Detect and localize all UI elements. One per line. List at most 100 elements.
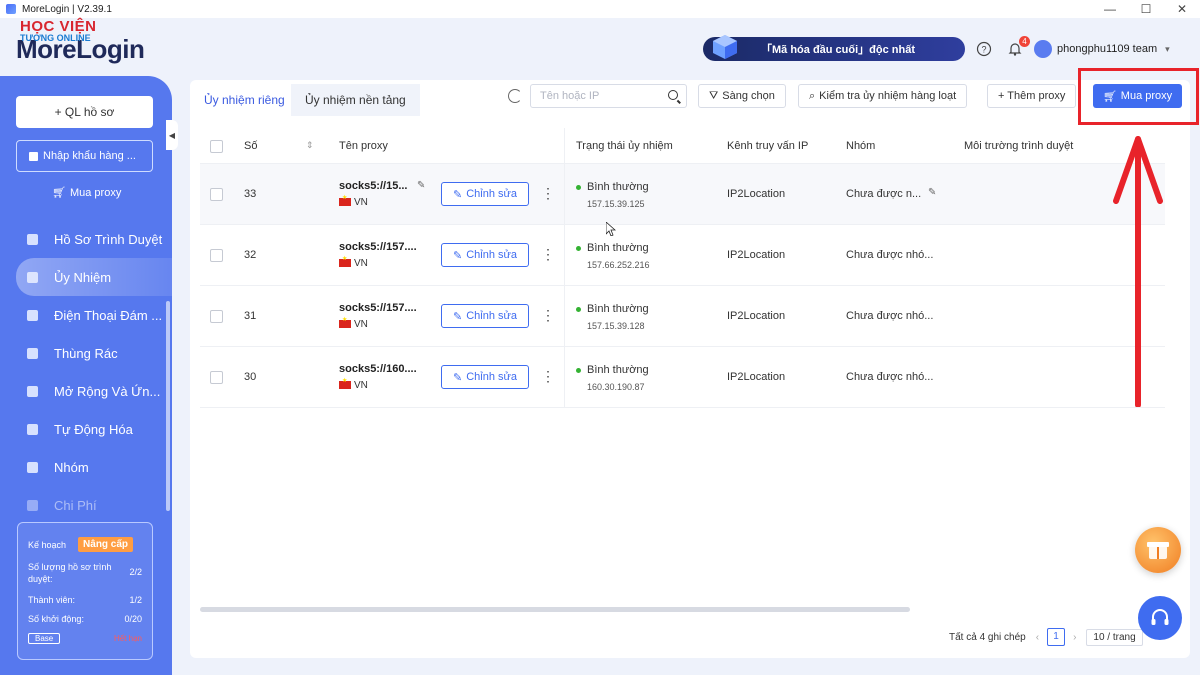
ip-address: 157.15.39.128: [587, 321, 645, 331]
sidebar-buy-proxy[interactable]: 🛒︎ Mua proxy: [52, 186, 121, 200]
status: Bình thường 157.15.39.125: [576, 181, 649, 209]
table-row[interactable]: 31 socks5://157.... VN ✎Chỉnh sửa ⋮ Bình…: [200, 286, 1165, 347]
e2e-promo-banner[interactable]: 「Mã hóa đầu cuối」độc nhất: [703, 35, 965, 61]
import-button[interactable]: Nhập khẩu hàng ...: [16, 140, 153, 172]
page-number[interactable]: 1: [1047, 628, 1066, 646]
window-controls: — ☐ ✕: [1092, 0, 1200, 18]
plan-label: Kế hoạch: [28, 539, 67, 550]
sort-icon[interactable]: ⇕: [306, 140, 314, 151]
batch-check-button[interactable]: ⌕ Kiểm tra ủy nhiệm hàng loạt: [798, 84, 968, 108]
search-icon[interactable]: [668, 90, 678, 100]
automation-icon: [27, 423, 38, 435]
sidebar-item-trash[interactable]: Thùng Rác: [0, 334, 172, 372]
vietnam-flag-icon: [339, 377, 351, 390]
more-options-icon[interactable]: ⋮: [541, 369, 555, 383]
more-options-icon[interactable]: ⋮: [541, 308, 555, 322]
filter-button[interactable]: ⛛ Sàng chọn: [698, 84, 786, 108]
sidebar-item-label: Thùng Rác: [54, 345, 118, 361]
edit-button[interactable]: ✎ Chỉnh sửa: [441, 304, 529, 328]
table-row[interactable]: 30 socks5://160.... VN ✎Chỉnh sửa ⋮ Bình…: [200, 347, 1165, 408]
group: Chưa được nhó...: [846, 310, 934, 322]
sidebar-item-browser-profiles[interactable]: Hồ Sơ Trình Duyệt: [0, 220, 172, 258]
sidebar-item-extensions[interactable]: Mở Rộng Và Ứn...: [0, 372, 172, 410]
row-checkbox[interactable]: [210, 371, 223, 384]
total-records: Tất cả 4 ghi chép: [949, 631, 1026, 643]
sidebar-item-automation[interactable]: Tự Động Hóa: [0, 410, 172, 448]
col-ip-channel: Kênh truy vấn IP: [727, 140, 809, 152]
more-options-icon[interactable]: ⋮: [541, 247, 555, 261]
sidebar-item-label: Mở Rộng Và Ứn...: [54, 383, 161, 399]
proxy-name: socks5://157....: [339, 241, 417, 253]
proxy-icon: [27, 271, 38, 283]
country-code: VN: [354, 258, 368, 269]
vietnam-flag-icon: [339, 316, 351, 329]
cart-icon: 🛒︎: [52, 187, 66, 199]
tab-platform-proxy[interactable]: Ủy nhiệm nền tảng: [291, 84, 420, 116]
edit-label: Chỉnh sửa: [466, 249, 517, 261]
table-row[interactable]: 33 socks5://15... ✎ VN ✎Chỉnh sửa ⋮ Bình…: [200, 164, 1165, 225]
tab-private-proxy[interactable]: Ủy nhiệm riêng: [190, 84, 299, 116]
sidebar-item-cloud-phone[interactable]: Điện Thoại Đám ...: [0, 296, 172, 334]
status-text: Bình thường: [587, 181, 649, 193]
group: Chưa được nhó...: [846, 371, 934, 383]
sidebar-item-label: Điện Thoại Đám ...: [54, 307, 163, 323]
collapse-sidebar-button[interactable]: ◀: [166, 120, 178, 150]
sidebar-item-cost[interactable]: Chi Phí: [0, 486, 172, 524]
prev-page-icon[interactable]: ‹: [1036, 632, 1039, 643]
edit-button[interactable]: ✎ Chỉnh sửa: [441, 243, 529, 267]
row-checkbox[interactable]: [210, 249, 223, 262]
table-header: Số ⇕ Tên proxy Trạng thái ủy nhiệm Kênh …: [200, 128, 1165, 164]
row-number: 31: [244, 310, 257, 322]
sidebar-scrollbar[interactable]: [166, 301, 170, 511]
add-proxy-button[interactable]: + Thêm proxy: [987, 84, 1077, 108]
help-icon[interactable]: ?: [976, 41, 992, 57]
headset-icon[interactable]: [1138, 596, 1182, 640]
status-text: Bình thường: [587, 242, 649, 254]
pencil-icon[interactable]: ✎: [928, 187, 936, 198]
ip-address: 157.66.252.216: [587, 260, 650, 270]
plan-launches-label: Số khởi động:: [28, 614, 84, 624]
edit-button[interactable]: ✎ Chỉnh sửa: [441, 182, 529, 206]
country: VN: [339, 316, 368, 330]
row-checkbox[interactable]: [210, 310, 223, 323]
plan-profiles-label: Số lượng hồ sơ trình duyệt:: [28, 562, 112, 584]
main-panel: Ủy nhiệm riêng Ủy nhiệm nền tảng Tên hoặ…: [190, 80, 1190, 658]
sidebar-item-group[interactable]: Nhóm: [0, 448, 172, 486]
country-code: VN: [354, 380, 368, 391]
edit-button[interactable]: ✎ Chỉnh sửa: [441, 365, 529, 389]
sidebar-item-proxy[interactable]: Ủy Nhiệm: [16, 258, 172, 296]
status: Bình thường 160.30.190.87: [576, 364, 649, 392]
notification-badge: 4: [1019, 36, 1030, 47]
sidebar-menu: Hồ Sơ Trình Duyệt Ủy Nhiệm Điện Thoại Đá…: [0, 220, 172, 524]
minimize-button[interactable]: —: [1092, 0, 1128, 18]
more-options-icon[interactable]: ⋮: [541, 186, 555, 200]
table-row[interactable]: 32 socks5://157.... VN ✎Chỉnh sửa ⋮ Bình…: [200, 225, 1165, 286]
close-button[interactable]: ✕: [1164, 0, 1200, 18]
maximize-button[interactable]: ☐: [1128, 0, 1164, 18]
next-page-icon[interactable]: ›: [1073, 632, 1076, 643]
manage-profiles-button[interactable]: + QL hồ sơ: [16, 96, 153, 128]
col-status: Trạng thái ủy nhiệm: [576, 140, 673, 152]
ip-address: 160.30.190.87: [587, 382, 645, 392]
browser-icon: [27, 233, 38, 245]
plan-launches-value: 0/20: [124, 614, 142, 624]
phone-icon: [27, 309, 38, 321]
group-icon: [27, 461, 38, 473]
page-size-select[interactable]: 10 / trang: [1086, 628, 1143, 646]
gift-icon[interactable]: [1135, 527, 1181, 573]
row-number: 32: [244, 249, 257, 261]
row-checkbox[interactable]: [210, 188, 223, 201]
select-all-checkbox[interactable]: [210, 140, 223, 153]
pencil-icon[interactable]: ✎: [417, 180, 425, 191]
refresh-icon[interactable]: [508, 89, 522, 103]
group: Chưa được n...: [846, 188, 922, 200]
red-arrow-annotation: [1113, 136, 1163, 407]
edit-label: Chỉnh sửa: [466, 310, 517, 322]
horizontal-scrollbar[interactable]: [200, 607, 910, 612]
upgrade-button[interactable]: Nâng cấp: [78, 537, 134, 552]
search-icon: ⌕: [809, 89, 816, 102]
country-code: VN: [354, 319, 368, 330]
import-icon: [29, 151, 38, 161]
search-input[interactable]: Tên hoặc IP: [530, 84, 687, 108]
team-switcher[interactable]: phongphu1109 team ▾: [1034, 40, 1170, 58]
